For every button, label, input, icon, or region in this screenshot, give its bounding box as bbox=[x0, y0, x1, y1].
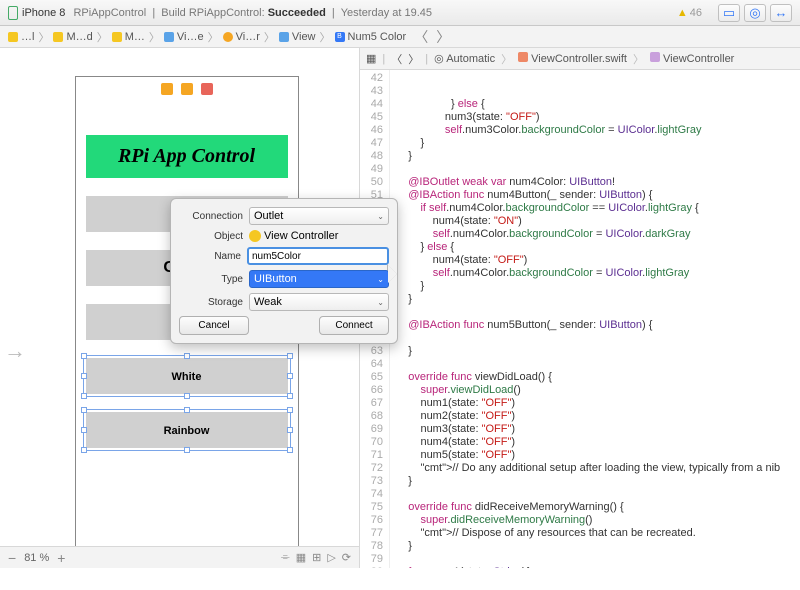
connection-select[interactable]: Outlet⌄ bbox=[249, 207, 389, 225]
exit-icon[interactable] bbox=[201, 83, 213, 95]
crumb[interactable]: BNum5 Color bbox=[331, 31, 411, 43]
vc-icon bbox=[249, 230, 261, 242]
source-editor[interactable]: 4243444546474849505152535455565758596061… bbox=[360, 70, 800, 568]
crumb[interactable]: M… bbox=[108, 31, 149, 43]
build-status: RPiAppControl | Build RPiAppControl: Suc… bbox=[73, 7, 432, 19]
app-title-label[interactable]: RPi App Control bbox=[86, 135, 288, 178]
object-label: Object bbox=[179, 231, 243, 242]
name-label: Name bbox=[179, 251, 241, 262]
source-text[interactable]: } else { num3(state: "OFF") self.num3Col… bbox=[390, 70, 800, 568]
nav-fwd-icon[interactable]: 〉 bbox=[432, 27, 454, 47]
selection-handles bbox=[83, 409, 291, 451]
scene-toolbar bbox=[76, 77, 298, 101]
initial-vc-arrow-icon: → bbox=[4, 338, 26, 364]
ib-breadcrumb: …l〉 M…d〉 M…〉 Vi…e〉 Vi…r〉 View〉 BNum5 Col… bbox=[0, 26, 800, 48]
editor-mode-button[interactable]: ▭ bbox=[718, 4, 740, 22]
nav-fwd-icon[interactable]: 〉 bbox=[408, 51, 419, 67]
type-label: Type bbox=[179, 274, 243, 285]
resolve-icon[interactable]: ▷ bbox=[327, 551, 335, 564]
chevron-down-icon: ⌄ bbox=[377, 212, 384, 221]
top-toolbar: iPhone 8 RPiAppControl | Build RPiAppCon… bbox=[0, 0, 800, 26]
object-value: View Controller bbox=[249, 230, 389, 242]
nav-back-icon[interactable]: 〈 bbox=[410, 27, 432, 47]
embed-icon[interactable]: ⟳ bbox=[342, 551, 351, 564]
assistant-button[interactable]: ◎ bbox=[744, 4, 766, 22]
vc-icon[interactable] bbox=[161, 83, 173, 95]
nav-back-icon[interactable]: 〈 bbox=[391, 51, 402, 67]
code-editor-panel: ▦ | 〈 〉 | ◎ Automatic 〉 ViewController.s… bbox=[360, 48, 800, 568]
crumb[interactable]: Vi…r bbox=[219, 31, 264, 43]
device-name: iPhone 8 bbox=[22, 7, 65, 19]
chevron-down-icon: ⌄ bbox=[377, 275, 384, 284]
selection-handles bbox=[83, 355, 291, 397]
type-select[interactable]: UIButton⌄ bbox=[249, 270, 389, 288]
assistant-mode[interactable]: ◎ Automatic bbox=[434, 52, 495, 65]
crumb[interactable]: M…d bbox=[49, 31, 96, 43]
crumb[interactable]: View bbox=[275, 31, 320, 43]
align-icon[interactable]: ▦ bbox=[296, 551, 306, 564]
warning-icon: ▲ bbox=[677, 7, 688, 19]
jump-bar: ▦ | 〈 〉 | ◎ Automatic 〉 ViewController.s… bbox=[360, 48, 800, 70]
class-crumb[interactable]: ViewController bbox=[650, 52, 734, 65]
device-config-icon[interactable]: ⌯ bbox=[281, 551, 290, 564]
zoom-level: 81 % bbox=[24, 552, 49, 564]
cancel-button[interactable]: Cancel bbox=[179, 316, 249, 335]
button-white[interactable]: White bbox=[86, 358, 288, 394]
chevron-down-icon: ⌄ bbox=[377, 298, 384, 307]
warning-count[interactable]: ▲ 46 bbox=[677, 7, 702, 19]
name-input[interactable] bbox=[247, 247, 389, 265]
phone-icon bbox=[8, 6, 18, 20]
button-rainbow[interactable]: Rainbow bbox=[86, 412, 288, 448]
crumb[interactable]: …l bbox=[4, 31, 38, 43]
current-line-highlight bbox=[390, 291, 800, 304]
file-crumb[interactable]: ViewController.swift bbox=[518, 52, 627, 65]
storage-label: Storage bbox=[179, 297, 243, 308]
right-toolbar-buttons: ▭ ◎ ↔ bbox=[718, 4, 792, 22]
related-items-icon[interactable]: ▦ bbox=[366, 52, 376, 65]
zoom-out-button[interactable]: − bbox=[8, 550, 16, 566]
device-selector[interactable]: iPhone 8 bbox=[8, 6, 65, 20]
first-responder-icon[interactable] bbox=[181, 83, 193, 95]
crumb[interactable]: Vi…e bbox=[160, 31, 208, 43]
zoom-in-button[interactable]: + bbox=[57, 550, 65, 566]
pin-icon[interactable]: ⊞ bbox=[312, 551, 321, 564]
connect-button[interactable]: Connect bbox=[319, 316, 389, 335]
connection-label: Connection bbox=[179, 211, 243, 222]
outlet-connection-popover: Connection Outlet⌄ Object View Controlle… bbox=[170, 198, 398, 344]
version-button[interactable]: ↔ bbox=[770, 4, 792, 22]
canvas-bottom-bar: − 81 % + ⌯ ▦ ⊞ ▷ ⟳ bbox=[0, 546, 359, 568]
storage-select[interactable]: Weak⌄ bbox=[249, 293, 389, 311]
